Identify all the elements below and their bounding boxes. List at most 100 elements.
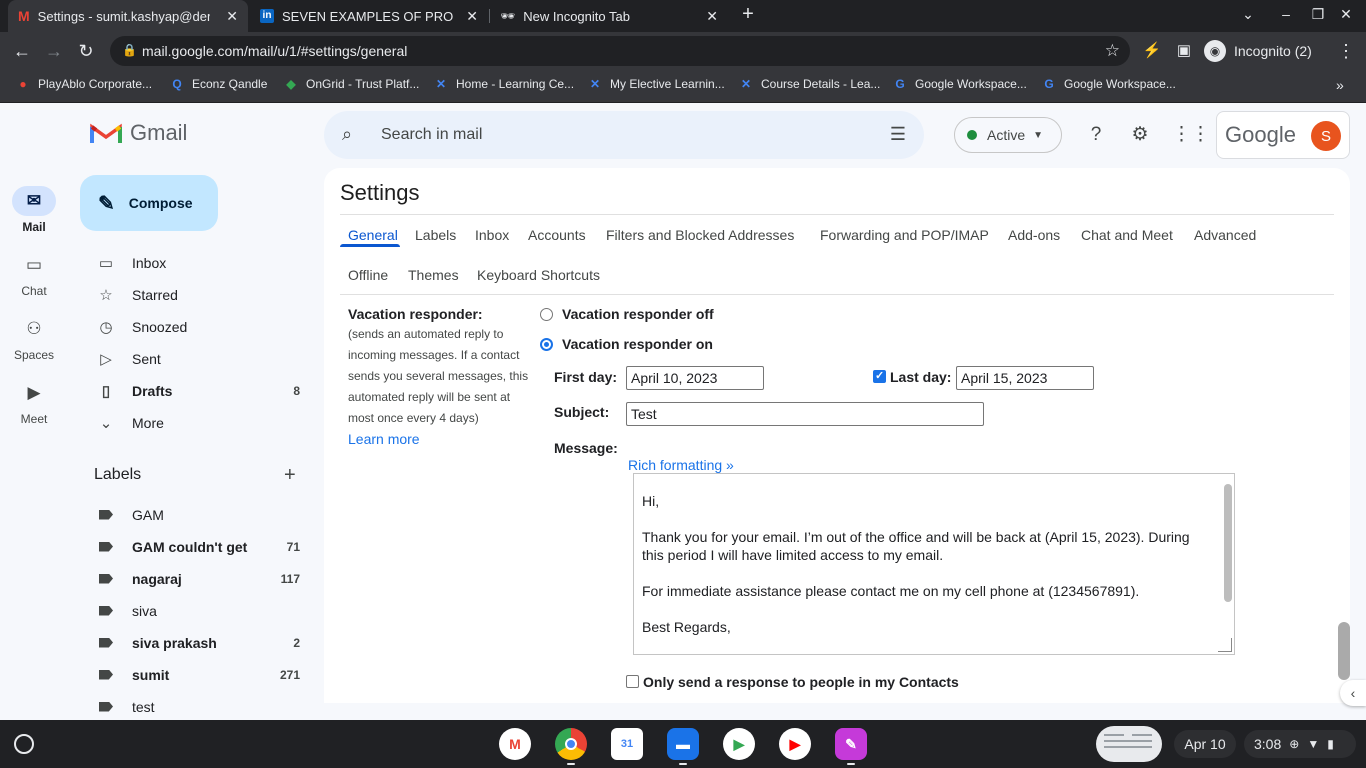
label-tag-icon — [96, 571, 116, 588]
resize-handle-icon[interactable] — [1218, 638, 1232, 652]
gear-icon[interactable]: ⚙ — [1128, 123, 1152, 147]
keep-app-icon[interactable]: ✎ — [835, 728, 867, 760]
close-icon[interactable]: ✕ — [466, 8, 478, 25]
kebab-menu-icon[interactable]: ⋮ — [1334, 40, 1358, 62]
bookmark-item[interactable]: ✕ Home - Learning Ce... — [434, 77, 574, 91]
rail-item-mail[interactable]: ✉ Mail — [0, 186, 68, 234]
back-arrow-icon[interactable]: ← — [10, 40, 34, 62]
vacation-on-radio[interactable] — [540, 338, 553, 351]
nav-item-drafts[interactable]: ▯ Drafts 8 — [80, 375, 312, 407]
tab-offline[interactable]: Offline — [348, 267, 388, 283]
tab-advanced[interactable]: Advanced — [1194, 227, 1256, 243]
bookmark-star-icon[interactable]: ☆ — [1105, 41, 1120, 61]
tab-inbox[interactable]: Inbox — [475, 227, 509, 243]
bookmark-item[interactable]: G Google Workspace... — [1042, 77, 1176, 91]
avatar: S — [1311, 121, 1341, 151]
help-icon[interactable]: ? — [1084, 123, 1108, 147]
side-panel-icon[interactable]: ▣ — [1172, 40, 1196, 62]
browser-tab-linkedin[interactable]: in SEVEN EXAMPLES OF PROFESS ✕ — [250, 0, 488, 32]
play-store-app-icon[interactable]: ▶ — [723, 728, 755, 760]
editor-scrollbar[interactable] — [1224, 484, 1232, 602]
last-day-checkbox[interactable] — [873, 369, 886, 383]
reload-icon[interactable]: ↻ — [74, 40, 98, 62]
bookmark-item[interactable]: ◆ OnGrid - Trust Platf... — [284, 77, 419, 91]
close-icon[interactable]: ✕ — [706, 8, 718, 25]
search-icon[interactable]: ⌕ — [342, 124, 352, 145]
label-item[interactable]: GAM — [80, 499, 312, 531]
window-close-icon[interactable]: ✕ — [1336, 6, 1356, 23]
gmail-logo[interactable]: Gmail — [90, 120, 187, 146]
page-scrollbar[interactable] — [1338, 622, 1350, 680]
new-tab-plus-icon[interactable]: + — [738, 3, 758, 26]
rail-item-chat[interactable]: ▭ Chat — [0, 250, 68, 298]
incognito-profile-button[interactable]: ◉ Incognito (2) — [1204, 36, 1312, 66]
status-tray[interactable]: 3:08 ⊕ ▼ ▮ — [1244, 730, 1356, 758]
apps-grid-icon[interactable]: ⋮⋮ — [1172, 123, 1210, 147]
search-options-icon[interactable]: ☰ — [890, 124, 906, 145]
tab-search-chevron-icon[interactable]: ⌄ — [1238, 6, 1258, 23]
tab-accounts[interactable]: Accounts — [528, 227, 586, 243]
rich-formatting-link[interactable]: Rich formatting » — [628, 457, 734, 473]
label-item[interactable]: test — [80, 691, 312, 723]
browser-tab-gmail[interactable]: M Settings - sumit.kashyap@demo ✕ — [8, 0, 248, 32]
label-item[interactable]: nagaraj 117 — [80, 563, 312, 595]
address-bar[interactable]: 🔒 mail.google.com/mail/u/1/#settings/gen… — [110, 36, 1130, 66]
bookmark-item[interactable]: ✕ My Elective Learnin... — [588, 77, 725, 91]
search-placeholder: Search in mail — [381, 126, 483, 143]
bookmarks-overflow-icon[interactable]: » — [1336, 77, 1344, 93]
tab-keyboard-shortcuts[interactable]: Keyboard Shortcuts — [477, 267, 600, 283]
date-tray[interactable]: Apr 10 — [1174, 730, 1236, 758]
chrome-app-icon[interactable] — [555, 728, 587, 760]
bookmark-item[interactable]: Q Econz Qandle — [170, 77, 267, 91]
first-day-input[interactable]: April 10, 2023 — [626, 366, 764, 390]
subject-input[interactable]: Test — [626, 402, 984, 426]
contacts-only-checkbox[interactable] — [626, 675, 639, 688]
label-item[interactable]: sumit 271 — [80, 659, 312, 691]
tab-labels[interactable]: Labels — [415, 227, 456, 243]
google-account-button[interactable]: Google S — [1216, 111, 1350, 159]
nav-item-snoozed[interactable]: ◷ Snoozed — [80, 311, 312, 343]
close-icon[interactable]: ✕ — [226, 8, 238, 25]
label-tag-icon — [96, 539, 116, 556]
message-editor[interactable]: Hi, Thank you for your email. I’m out of… — [633, 473, 1235, 655]
label-item[interactable]: siva prakash 2 — [80, 627, 312, 659]
gmail-app-icon[interactable]: M — [499, 728, 531, 760]
tab-forwarding[interactable]: Forwarding and POP/IMAP — [820, 227, 989, 243]
nav-item-inbox[interactable]: ▭ Inbox — [80, 247, 312, 279]
add-label-plus-icon[interactable]: + — [284, 464, 296, 487]
calendar-app-icon[interactable]: 31 — [611, 728, 643, 760]
maximize-icon[interactable]: ❐ — [1308, 6, 1328, 23]
browser-tab-incognito[interactable]: 🕶 New Incognito Tab ✕ — [490, 0, 728, 32]
nav-item-more[interactable]: ⌄ More — [80, 407, 312, 439]
files-app-icon[interactable]: ▬ — [667, 728, 699, 760]
message-body[interactable]: Hi, Thank you for your email. I’m out of… — [642, 492, 1202, 636]
nav-item-sent[interactable]: ▷ Sent — [80, 343, 312, 375]
bookmark-item[interactable]: ● PlayAblo Corporate... — [16, 77, 152, 91]
bookmark-item[interactable]: ✕ Course Details - Lea... — [739, 77, 880, 91]
search-bar[interactable]: ⌕ Search in mail ☰ — [324, 111, 924, 159]
tab-filters[interactable]: Filters and Blocked Addresses — [606, 227, 794, 243]
label-item[interactable]: siva — [80, 595, 312, 627]
side-panel-expand-icon[interactable]: ‹ — [1340, 680, 1366, 706]
tab-chat-meet[interactable]: Chat and Meet — [1081, 227, 1173, 243]
launcher-icon[interactable] — [14, 734, 34, 754]
status-dropdown[interactable]: Active ▼ — [954, 117, 1062, 153]
tab-themes[interactable]: Themes — [408, 267, 459, 283]
learn-more-link[interactable]: Learn more — [348, 431, 420, 447]
forward-arrow-icon[interactable]: → — [42, 40, 66, 62]
nav-item-starred[interactable]: ☆ Starred — [80, 279, 312, 311]
last-day-label: Last day: — [890, 369, 952, 385]
rail-item-meet[interactable]: ▶ Meet — [0, 378, 68, 426]
youtube-app-icon[interactable]: ▶ — [779, 728, 811, 760]
extension-icon[interactable]: ⚡ — [1140, 40, 1164, 62]
bookmark-item[interactable]: G Google Workspace... — [893, 77, 1027, 91]
vacation-off-radio[interactable] — [540, 308, 553, 321]
tab-general[interactable]: General — [348, 227, 398, 243]
holding-space-thumbnail[interactable] — [1096, 726, 1162, 762]
last-day-input[interactable]: April 15, 2023 — [956, 366, 1094, 390]
label-item[interactable]: GAM couldn't get 71 — [80, 531, 312, 563]
rail-item-spaces[interactable]: ⚇ Spaces — [0, 314, 68, 362]
compose-button[interactable]: ✎ Compose — [80, 175, 218, 231]
minimize-icon[interactable]: – — [1276, 6, 1296, 22]
tab-addons[interactable]: Add-ons — [1008, 227, 1060, 243]
